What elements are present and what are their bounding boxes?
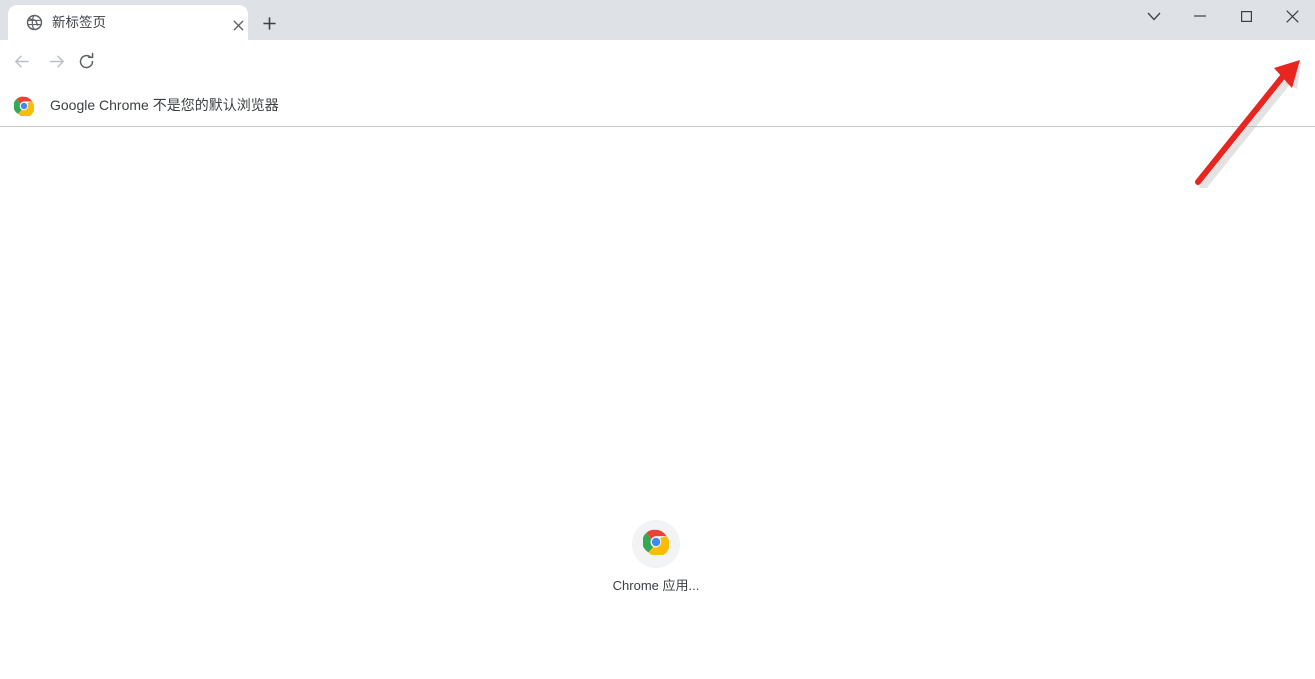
tab-close-button[interactable] [228,15,248,35]
shortcut-icon-container [632,520,680,568]
close-icon[interactable] [1269,0,1315,32]
browser-toolbar [0,40,1315,115]
infobar-message: Google Chrome 不是您的默认浏览器 [50,97,279,113]
chrome-logo-icon [642,529,670,560]
default-browser-infobar: Google Chrome 不是您的默认浏览器 设为默认浏览器 [0,83,1315,202]
new-tab-page: Chrome 应用... [0,128,1315,679]
browser-window: 新标签页 Google Chrome 不是您的默认浏览器 Chrome 应用..… [0,0,1315,679]
minimize-icon[interactable] [1177,0,1223,32]
maximize-icon[interactable] [1223,0,1269,32]
back-icon[interactable] [7,47,35,75]
tab-title: 新标签页 [52,15,106,30]
tab-new-tab-page[interactable]: 新标签页 [8,5,248,40]
shortcut-label: Chrome 应用... [612,578,700,593]
reload-icon[interactable] [72,47,100,75]
tab-search-icon[interactable] [1131,0,1177,32]
globe-icon [26,14,43,31]
forward-icon[interactable] [43,47,71,75]
tab-strip: 新标签页 [0,0,1315,40]
chrome-logo-icon [13,96,35,118]
new-tab-button[interactable] [256,10,282,36]
shortcut-chrome-apps[interactable]: Chrome 应用... [608,520,704,594]
